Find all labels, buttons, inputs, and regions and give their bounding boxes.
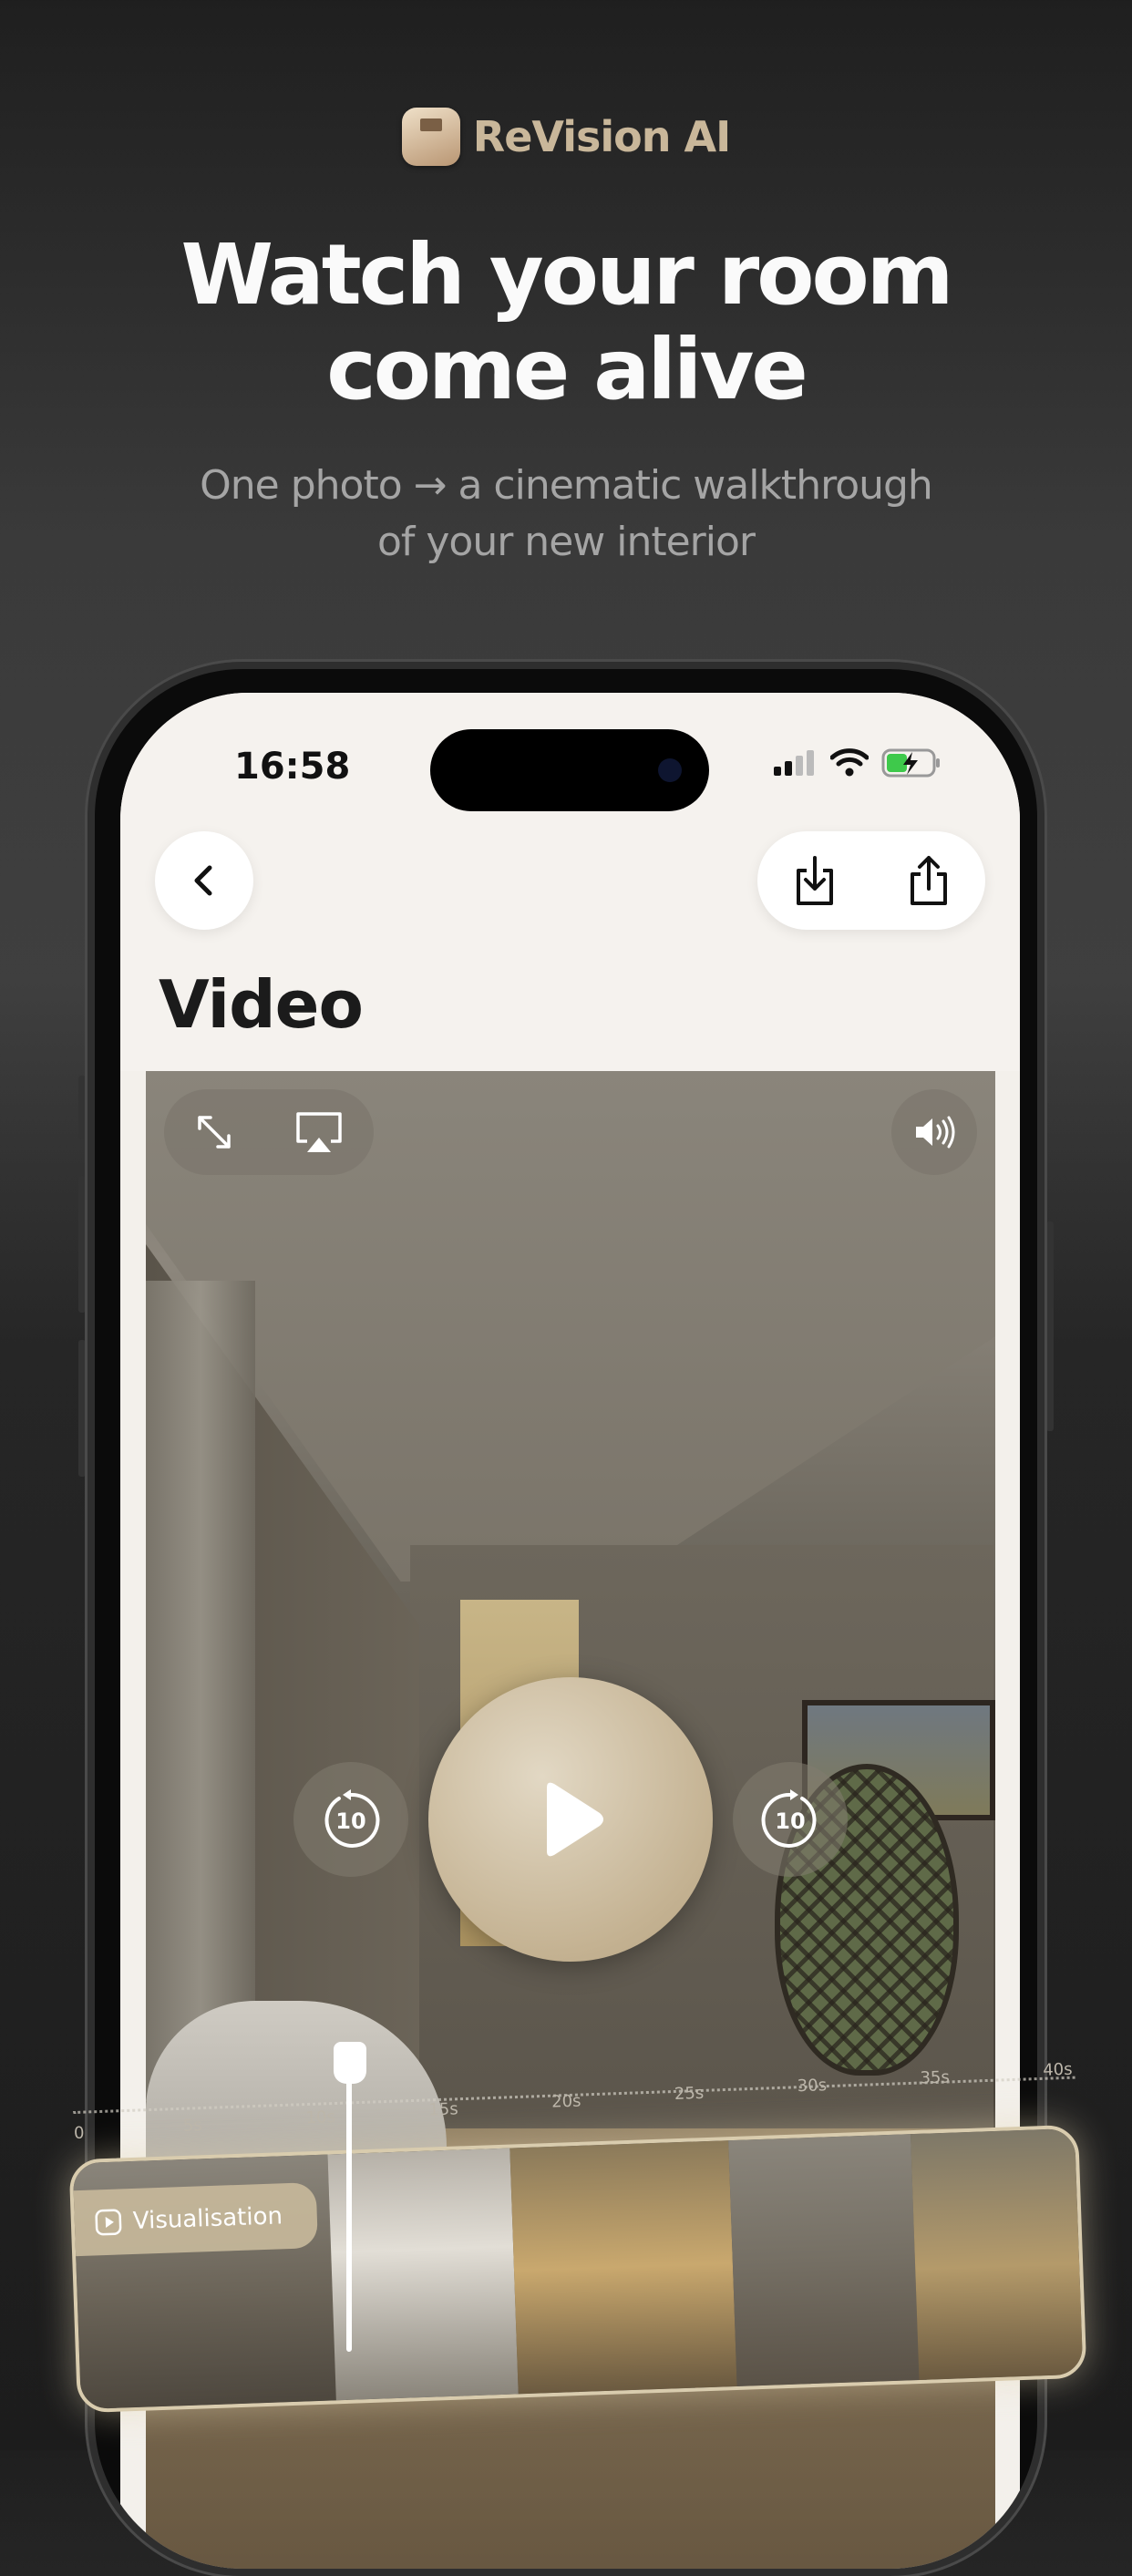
tick-label: 25s	[674, 2083, 705, 2104]
battery-charging-icon	[881, 748, 940, 778]
play-icon	[547, 1782, 603, 1857]
page-title: Video	[159, 966, 364, 1043]
clip-thumbnail	[911, 2128, 1084, 2381]
chevron-left-icon	[194, 865, 212, 896]
tick-label: 0	[73, 2123, 85, 2143]
wifi-icon	[830, 748, 869, 777]
airplay-icon[interactable]	[294, 1110, 344, 1154]
fullscreen-icon[interactable]	[194, 1112, 234, 1152]
back-button[interactable]	[155, 831, 253, 930]
phone-silent-switch	[78, 1076, 86, 1139]
cellular-signal-icon	[774, 750, 814, 776]
share-icon[interactable]	[904, 854, 953, 907]
tick-label: 15s	[428, 2099, 459, 2120]
status-time: 16:58	[234, 746, 351, 788]
app-logo-icon	[401, 108, 460, 166]
phone-volume-down	[78, 1340, 86, 1477]
track-label: Visualisation	[132, 2202, 283, 2235]
tick-label: 5s	[182, 2116, 203, 2136]
headline-line-2: come alive	[326, 321, 808, 418]
tick-label: 30s	[797, 2076, 828, 2097]
timeline-scrubber[interactable]: 0 5s 10s 15s 20s 25s 30s 35s 40s Visuali…	[68, 2042, 1094, 2414]
player-controls-left	[164, 1089, 374, 1175]
brand-header: ReVision AI	[0, 108, 1132, 166]
tick-label: 35s	[920, 2067, 951, 2088]
tick-label: 40s	[1042, 2059, 1073, 2080]
volume-button[interactable]	[891, 1089, 977, 1175]
clip-thumbnail	[327, 2148, 519, 2401]
clip-thumbnail	[728, 2134, 920, 2386]
rewind-10-icon: 10	[324, 1789, 380, 1848]
phone-power-button	[1046, 1221, 1054, 1431]
subheadline: One photo → a cinematic walkthrough of y…	[0, 458, 1132, 571]
timeline-clip-strip[interactable]: Visualisation	[68, 2124, 1087, 2414]
actions-pill	[757, 831, 985, 930]
skip-back-label: 10	[335, 1808, 365, 1834]
tick-label: 20s	[551, 2091, 581, 2112]
headline-line-1: Watch your room	[180, 226, 953, 324]
subheadline-line-2: of your new interior	[376, 519, 756, 565]
skip-forward-label: 10	[775, 1808, 805, 1834]
playhead-line	[346, 2051, 352, 2352]
download-icon[interactable]	[790, 854, 839, 907]
brand-name: ReVision AI	[472, 112, 731, 161]
headline: Watch your room come alive	[0, 228, 1132, 417]
navigation-area: 16:58 Video	[120, 693, 1020, 1071]
status-icons	[772, 747, 942, 778]
phone-volume-up	[78, 1176, 86, 1313]
speaker-volume-icon	[916, 1116, 955, 1149]
track-label-badge: Visualisation	[69, 2181, 319, 2257]
skip-forward-button[interactable]: 10	[733, 1762, 848, 1877]
dynamic-island	[430, 729, 709, 811]
clip-thumbnail	[509, 2140, 737, 2395]
subheadline-line-1: One photo → a cinematic walkthrough	[200, 462, 933, 509]
tick-label: 10s	[305, 2107, 336, 2128]
play-button[interactable]	[428, 1677, 713, 1962]
play-square-icon	[95, 2209, 122, 2236]
camera-icon	[658, 758, 682, 782]
skip-back-button[interactable]: 10	[293, 1762, 408, 1877]
forward-10-icon: 10	[761, 1789, 817, 1848]
room-curtain	[146, 1281, 255, 2101]
